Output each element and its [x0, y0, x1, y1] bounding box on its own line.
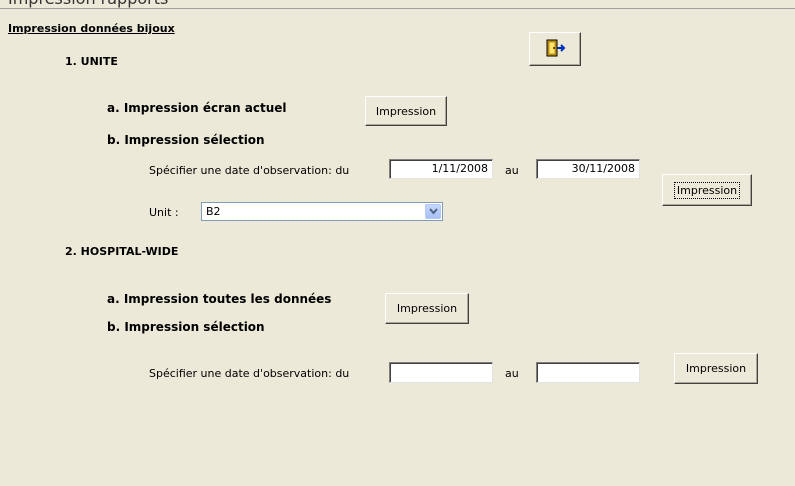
unite-print-selection-label: Impression [673, 181, 741, 199]
hospital-date-from-input[interactable] [389, 362, 493, 383]
unite-au-label: au [505, 164, 519, 177]
unite-print-current-label: Impression [375, 104, 437, 118]
unite-a-label: a. Impression écran actuel [107, 101, 287, 115]
window-title: Impression rapports [8, 0, 168, 8]
hospital-print-all-button[interactable]: Impression [385, 293, 469, 324]
unite-date-to-input[interactable]: 30/11/2008 [536, 159, 640, 179]
chevron-down-icon[interactable] [425, 204, 441, 219]
hospital-date-label: Spécifier une date d'observation: du [149, 367, 350, 380]
window-title-bar: Impression rapports [0, 0, 795, 9]
unit-select-value: B2 [206, 205, 221, 218]
unit-select[interactable]: B2 [201, 202, 443, 221]
form-title: Impression données bijoux [8, 22, 175, 35]
hospital-b-label: b. Impression sélection [107, 320, 265, 334]
unite-date-from-input[interactable]: 1/11/2008 [389, 159, 493, 179]
section-unite-heading: 1. UNITE [65, 55, 118, 68]
section-hospital-heading: 2. HOSPITAL-WIDE [65, 245, 179, 258]
exit-door-icon [544, 38, 566, 61]
unite-date-label: Spécifier une date d'observation: du [149, 164, 350, 177]
hospital-date-to-input[interactable] [536, 362, 640, 383]
unite-print-selection-button[interactable]: Impression [662, 174, 752, 206]
hospital-print-all-label: Impression [396, 302, 458, 315]
hospital-print-selection-label: Impression [685, 362, 747, 375]
unit-label: Unit : [149, 206, 179, 219]
unite-print-current-button[interactable]: Impression [365, 96, 447, 126]
hospital-a-label: a. Impression toutes les données [107, 292, 332, 306]
unite-b-label: b. Impression sélection [107, 133, 265, 147]
hospital-au-label: au [505, 367, 519, 380]
exit-button[interactable] [529, 32, 581, 66]
hospital-print-selection-button[interactable]: Impression [674, 353, 758, 384]
